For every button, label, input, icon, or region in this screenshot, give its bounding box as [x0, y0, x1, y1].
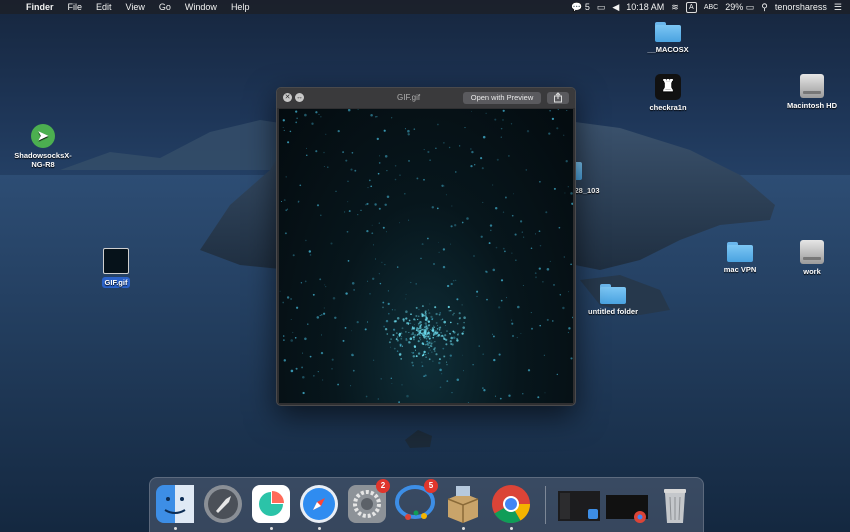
dock-trash[interactable]	[654, 483, 696, 525]
desktop-icon-untitled-folder[interactable]: untitled folder	[582, 284, 644, 316]
fullscreen-icon[interactable]: ↔	[295, 93, 304, 102]
share-button[interactable]	[547, 92, 569, 104]
desktop-icon-label: __MACOSX	[647, 45, 689, 54]
share-icon	[554, 92, 562, 103]
display-icon[interactable]: ▭	[597, 2, 606, 13]
desktop-icon-mac-vpn[interactable]: mac VPN	[714, 242, 766, 274]
dock-archive-utility[interactable]	[442, 483, 484, 530]
battery-status[interactable]: 29% ▭	[725, 2, 754, 13]
desktop-icon-work[interactable]: work	[790, 240, 834, 276]
menu-bar: Finder File Edit View Go Window Help 💬 5…	[0, 0, 850, 14]
running-indicator	[509, 527, 513, 530]
dock-chrome[interactable]	[490, 483, 532, 530]
running-indicator	[269, 527, 273, 530]
desktop-icon-label: work	[803, 267, 821, 276]
quicklook-window: ✕ ↔ GIF.gif Open with Preview	[276, 87, 576, 406]
notification-badge: 5	[424, 479, 438, 493]
running-indicator	[317, 527, 321, 530]
desktop-icon-label: untitled folder	[588, 307, 638, 316]
notification-count: 5	[584, 1, 590, 12]
desktop-icon-label: Macintosh HD	[786, 101, 837, 110]
running-indicator	[461, 527, 465, 530]
gif-preview-image	[279, 108, 574, 404]
dock-finder[interactable]	[154, 483, 196, 530]
notification-status[interactable]: 💬 5	[571, 2, 590, 13]
window-thumbnail-icon	[558, 491, 600, 521]
close-icon[interactable]: ✕	[283, 93, 292, 102]
dock-launchpad[interactable]	[202, 483, 244, 525]
battery-percent: 29%	[725, 1, 744, 12]
menu-edit[interactable]: Edit	[96, 2, 112, 12]
dock-separator	[545, 486, 546, 524]
menu-window[interactable]: Window	[185, 2, 217, 12]
quicklook-titlebar[interactable]: ✕ ↔ GIF.gif Open with Preview	[277, 88, 575, 108]
window-thumbnail-icon	[606, 495, 648, 523]
menu-help[interactable]: Help	[231, 2, 250, 12]
spotlight-search-icon[interactable]: ⚲	[761, 2, 768, 13]
clock[interactable]: 10:18 AM	[626, 2, 664, 12]
desktop-icon-label: 28_103	[574, 186, 600, 195]
menu-app-name[interactable]: Finder	[26, 2, 54, 12]
folder-icon	[600, 284, 626, 304]
dock-minimized-window-chrome[interactable]	[604, 483, 650, 525]
wifi-icon[interactable]: ≋	[671, 2, 679, 13]
compass-icon	[300, 485, 338, 523]
menu-view[interactable]: View	[126, 2, 145, 12]
desktop-icon-label: GIF.gif	[101, 277, 131, 288]
dock-minimized-window-finder[interactable]	[556, 483, 602, 525]
desktop-icon-shadowsocks[interactable]: ➤ ShadowsocksX- NG-R8	[10, 124, 76, 169]
folder-icon	[655, 22, 681, 42]
notification-badge: 2	[376, 479, 390, 493]
paper-plane-icon: ➤	[31, 124, 55, 148]
rocket-icon	[204, 485, 242, 523]
menu-go[interactable]: Go	[159, 2, 171, 12]
desktop-icon-macosx[interactable]: __MACOSX	[640, 22, 696, 54]
input-source-label[interactable]: ABC	[704, 4, 718, 11]
dock-messenger[interactable]: 5	[394, 479, 438, 525]
desktop-icon-label: mac VPN	[723, 265, 757, 274]
chrome-icon	[492, 485, 531, 524]
battery-icon: ▭	[745, 1, 755, 12]
running-indicator	[173, 527, 177, 530]
user-name[interactable]: tenorsharess	[775, 2, 827, 12]
desktop-icon-label: ShadowsocksX- NG-R8	[14, 151, 72, 169]
volume-icon[interactable]: ◀	[612, 2, 619, 13]
package-icon	[447, 486, 479, 523]
desktop-icon-macintosh-hd[interactable]: Macintosh HD	[780, 74, 844, 110]
hard-drive-icon	[800, 240, 824, 264]
dock: 2 5	[149, 477, 704, 532]
menu-file[interactable]: File	[68, 2, 83, 12]
quicklook-title: GIF.gif	[397, 93, 421, 102]
desktop-icon-28-103[interactable]: 28_103	[574, 162, 600, 195]
notification-center-icon[interactable]: ☰	[834, 2, 842, 13]
checkra1n-app-icon: ♜	[655, 74, 681, 100]
particle-animation-frame	[279, 108, 574, 404]
dock-safari[interactable]	[298, 483, 340, 530]
dock-app-bubble[interactable]	[250, 483, 292, 530]
dock-system-preferences[interactable]: 2	[346, 479, 390, 525]
input-source-icon[interactable]: A	[685, 1, 697, 13]
desktop-icon-label: checkra1n	[649, 103, 687, 112]
desktop-icon-checkra1n[interactable]: ♜ checkra1n	[640, 74, 696, 112]
open-with-preview-button[interactable]: Open with Preview	[463, 92, 541, 104]
finder-icon	[156, 485, 194, 523]
chat-bubble-icon: 💬	[571, 1, 583, 12]
desktop-icon-gif[interactable]: GIF.gif	[96, 248, 136, 288]
gif-thumbnail-icon	[103, 248, 129, 274]
trash-icon	[664, 489, 686, 523]
hard-drive-icon	[800, 74, 824, 98]
pie-chart-app-icon	[252, 485, 290, 523]
folder-icon	[727, 242, 753, 262]
